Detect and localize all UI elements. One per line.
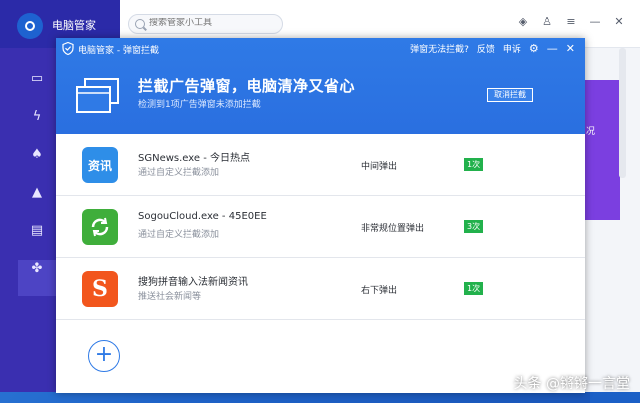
- sync-icon: [82, 209, 118, 245]
- main-app-title: 电脑管家: [52, 19, 96, 32]
- flash-icon[interactable]: ϟ: [28, 108, 46, 126]
- item-desc: 通过自定义拦截添加: [138, 168, 220, 178]
- toolbox-icon[interactable]: ▤: [28, 222, 46, 240]
- item-mode: 非常规位置弹出: [361, 224, 425, 234]
- news-icon: 资讯: [82, 147, 118, 183]
- right-promo-panel[interactable]: 况: [582, 80, 620, 220]
- popup-window-icon: [76, 78, 119, 113]
- top-toolbar-icons: ◈ ♙ ≡ — ✕: [516, 15, 626, 29]
- search-box[interactable]: [128, 14, 283, 34]
- count-badge: 1次: [464, 282, 484, 295]
- dialog-header: 电脑管家 - 弹窗拦截 弹窗无法拦截? 反馈 申诉 ⚙ — ✕ 拦截广告弹窗，电…: [56, 38, 585, 134]
- dialog-title-links: 弹窗无法拦截? 反馈 申诉 ⚙ — ✕: [410, 42, 575, 55]
- watermark: 头条 @锵锵一言堂: [513, 376, 630, 392]
- shield-icon: [62, 42, 74, 55]
- list-item[interactable]: 资讯 SGNews.exe - 今日热点 通过自定义拦截添加 中间弹出 1次: [56, 134, 585, 196]
- app-logo-icon: [17, 13, 43, 39]
- count-badge: 1次: [464, 158, 484, 171]
- feedback-link[interactable]: 反馈: [477, 42, 495, 55]
- shirt-icon[interactable]: ♙: [540, 15, 554, 29]
- add-rule-button[interactable]: +: [88, 340, 120, 372]
- banner-title: 拦截广告弹窗，电脑清净又省心: [138, 77, 356, 95]
- minimize-icon[interactable]: —: [588, 15, 602, 29]
- item-desc: 通过自定义拦截添加: [138, 230, 220, 240]
- search-icon: [135, 19, 145, 29]
- blocked-popup-list: 资讯 SGNews.exe - 今日热点 通过自定义拦截添加 中间弹出 1次 S…: [56, 134, 585, 393]
- banner-subtitle: 检测到1项广告弹窗未添加拦截: [138, 100, 261, 110]
- main-scrollbar[interactable]: [619, 48, 626, 178]
- news-icon-text: 资讯: [87, 158, 112, 173]
- item-name: SGNews.exe - 今日热点: [138, 153, 251, 164]
- item-name: SogouCloud.exe - 45E0EE: [138, 211, 267, 222]
- item-desc: 推送社会新闻等: [138, 292, 202, 302]
- search-input[interactable]: [149, 18, 279, 28]
- item-name: 搜狗拼音输入法新闻资讯: [138, 277, 248, 288]
- close-icon[interactable]: ✕: [566, 42, 575, 55]
- item-mode: 中间弹出: [361, 162, 398, 172]
- settings-icon[interactable]: ⚙: [529, 42, 539, 55]
- item-mode: 右下弹出: [361, 286, 398, 296]
- cancel-block-button[interactable]: 取消拦截: [487, 88, 533, 102]
- sogou-icon: S: [82, 271, 118, 307]
- list-item[interactable]: SogouCloud.exe - 45E0EE 通过自定义拦截添加 非常规位置弹…: [56, 196, 585, 258]
- sync-arrows-icon: [91, 217, 109, 237]
- broom-icon[interactable]: ♠: [28, 146, 46, 164]
- sidebar: ▭ ϟ ♠ ▲ ▤ ✤: [0, 48, 56, 392]
- close-icon[interactable]: ✕: [612, 15, 626, 29]
- monitor-icon[interactable]: ▭: [28, 70, 46, 88]
- minimize-icon[interactable]: —: [547, 42, 558, 55]
- sogou-icon-text: S: [92, 276, 108, 302]
- menu-icon[interactable]: ≡: [564, 15, 578, 29]
- list-item[interactable]: S 搜狗拼音输入法新闻资讯 推送社会新闻等 右下弹出 1次: [56, 258, 585, 320]
- rocket-icon[interactable]: ▲: [28, 184, 46, 202]
- apps-icon[interactable]: ✤: [28, 260, 46, 278]
- right-panel-text: 况: [586, 127, 596, 137]
- appeal-link[interactable]: 申诉: [503, 42, 521, 55]
- popup-block-dialog: 电脑管家 - 弹窗拦截 弹窗无法拦截? 反馈 申诉 ⚙ — ✕ 拦截广告弹窗，电…: [56, 38, 585, 393]
- dialog-title: 电脑管家 - 弹窗拦截: [78, 46, 159, 56]
- count-badge: 3次: [464, 220, 484, 233]
- skin-icon[interactable]: ◈: [516, 15, 530, 29]
- cant-block-link[interactable]: 弹窗无法拦截?: [410, 42, 469, 55]
- dialog-titlebar: 电脑管家 - 弹窗拦截 弹窗无法拦截? 反馈 申诉 ⚙ — ✕: [56, 38, 585, 60]
